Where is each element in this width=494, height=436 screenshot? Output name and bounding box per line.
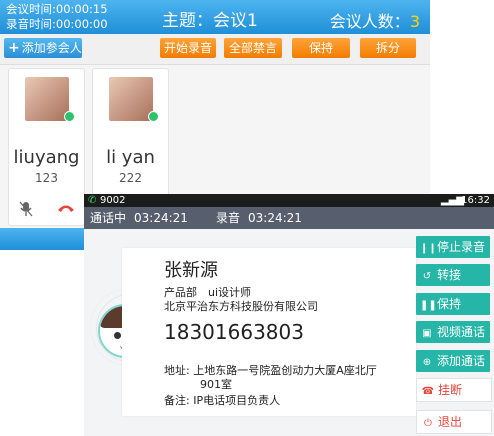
contact-company: 北京平治东方科技股份有限公司: [164, 300, 318, 313]
online-status-icon: [64, 111, 75, 122]
call-screen: ✆ 9002 ▂▄▆ 16:32 通话中 03:24:21 录音 03:24:2…: [84, 194, 494, 436]
participant-ext: 222: [119, 171, 142, 185]
avatar: [109, 77, 153, 121]
participant-count: 会议人数：3: [330, 8, 420, 32]
participant-count-label: 会议人数：: [329, 12, 410, 31]
add-participant-label: 添加参会人: [21, 41, 82, 55]
hold-call-button[interactable]: ❚❚保持: [416, 293, 490, 315]
call-state: 通话中: [90, 211, 127, 225]
video-icon: ▣: [422, 328, 432, 339]
transfer-label: 转接: [437, 268, 462, 282]
address-line2: 901室: [200, 378, 232, 391]
avatar: [25, 77, 69, 121]
online-status-icon: [148, 111, 159, 122]
contact-address: 地址: 上地东路一号院盈创动力大厦A座北厅: [164, 362, 377, 378]
pause-icon: ❚❚: [420, 300, 437, 311]
video-call-label: 视频通话: [437, 325, 486, 339]
status-number: 9002: [100, 195, 126, 206]
hangup-label: 挂断: [438, 383, 463, 397]
transfer-icon: ↺: [422, 271, 432, 282]
participant-count-value: 3: [409, 12, 420, 31]
bottom-bar: [0, 228, 84, 250]
exit-label: 退出: [438, 415, 463, 429]
hold-label: 保持: [437, 297, 462, 311]
mute-all-button[interactable]: 全部禁言: [224, 38, 282, 58]
plus-icon: +: [8, 40, 20, 56]
call-info-bar: 通话中 03:24:21 录音 03:24:21: [84, 207, 494, 229]
phone-icon: ✆: [88, 195, 97, 206]
contact-name: 张新源: [164, 260, 218, 281]
contact-phone: 18301663803: [164, 320, 304, 344]
conference-topic: 主题：会议1: [162, 11, 258, 31]
add-call-button[interactable]: ⊕ 添加通话: [416, 350, 490, 372]
transfer-button[interactable]: ↺ 转接: [416, 264, 490, 286]
call-duration: 03:24:21: [134, 211, 188, 225]
note-label: 备注:: [164, 394, 190, 407]
participant-ext: 123: [35, 171, 58, 185]
participant-name: liuyang: [13, 147, 80, 168]
record-duration: 03:24:21: [248, 211, 302, 225]
stop-record-label: 停止录音: [437, 240, 486, 254]
conference-toolbar: + 添加参会人 开始录音 全部禁言 保持 拆分: [0, 34, 430, 65]
hangup-button[interactable]: ☎ 挂断: [416, 378, 492, 402]
participant-card[interactable]: liuyang 123: [8, 68, 85, 226]
video-call-button[interactable]: ▣ 视频通话: [416, 321, 490, 343]
add-participant-button[interactable]: + 添加参会人: [4, 38, 82, 58]
hold-button[interactable]: 保持: [292, 38, 350, 58]
stop-record-button[interactable]: ❙❙停止录音: [416, 236, 490, 258]
mic-mute-icon[interactable]: [19, 201, 33, 217]
note-text: IP电话项目负责人: [193, 394, 281, 407]
power-icon: ⏻: [424, 418, 432, 429]
status-time: 16:32: [461, 195, 490, 206]
record-label: 录音: [216, 211, 241, 225]
contact-note: 备注: IP电话项目负责人: [164, 392, 280, 408]
hangup-icon: ☎: [421, 386, 435, 397]
hangup-icon[interactable]: [57, 203, 75, 213]
status-bar: ✆ 9002 ▂▄▆ 16:32: [84, 194, 494, 207]
contact-card: 张新源 产品部 ui设计师 北京平治东方科技股份有限公司 18301663803…: [122, 248, 416, 416]
conference-header: 会议时间:00:00:15 录音时间:00:00:00 主题：会议1 会议人数：…: [0, 0, 430, 34]
add-circle-icon: ⊕: [422, 357, 432, 368]
meeting-time: 会议时间:00:00:15: [6, 2, 108, 16]
waveform-icon: ❙❙: [420, 243, 437, 254]
conference-times: 会议时间:00:00:15 录音时间:00:00:00: [6, 2, 108, 32]
record-time: 录音时间:00:00:00: [6, 17, 108, 31]
exit-button[interactable]: ⏻ 退出: [416, 410, 492, 434]
participant-name: li yan: [106, 147, 155, 168]
add-call-label: 添加通话: [437, 354, 486, 368]
address-label: 地址:: [164, 364, 190, 377]
split-button[interactable]: 拆分: [360, 38, 416, 58]
start-record-button[interactable]: 开始录音: [160, 38, 216, 58]
